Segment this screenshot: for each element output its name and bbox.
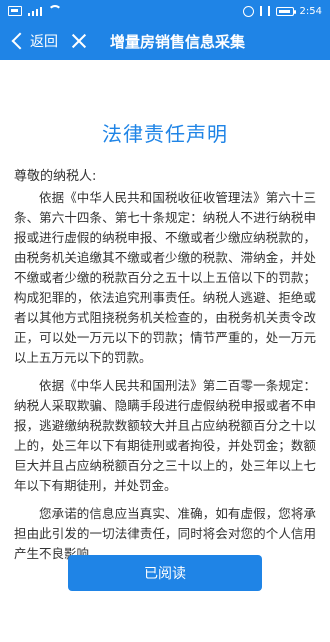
status-right: 2:54 [242,5,322,17]
page-title: 增量房销售信息采集 [110,32,246,51]
sim-icon [8,6,22,16]
status-time: 2:54 [299,5,322,17]
read-button[interactable]: 已阅读 [68,555,262,591]
paragraph-criminal-law: 依据《中华人民共和国刑法》第二百零一条规定：纳税人采取欺骗、隐瞒手段进行虚假纳税… [14,378,316,493]
battery-icon [275,6,296,16]
paragraph-tax-law: 依据《中华人民共和国税收征收管理法》第六十三条、第六十四条、第七十条规定：纳税人… [14,190,316,365]
statement-title: 法律责任声明 [102,122,228,146]
nav-bar: 返回 增量房销售信息采集 [0,22,330,60]
wifi-icon [48,5,62,17]
status-left [8,5,62,17]
back-button[interactable]: 返回 [6,27,62,55]
close-icon[interactable] [68,30,90,52]
status-bar: 2:54 [0,0,330,22]
signal-icon [28,6,42,16]
back-label: 返回 [30,34,58,50]
chevron-left-icon [11,32,29,50]
alarm-icon [242,5,254,17]
vibrate-icon [259,6,270,16]
greeting-text: 尊敬的纳税人: [14,169,97,184]
